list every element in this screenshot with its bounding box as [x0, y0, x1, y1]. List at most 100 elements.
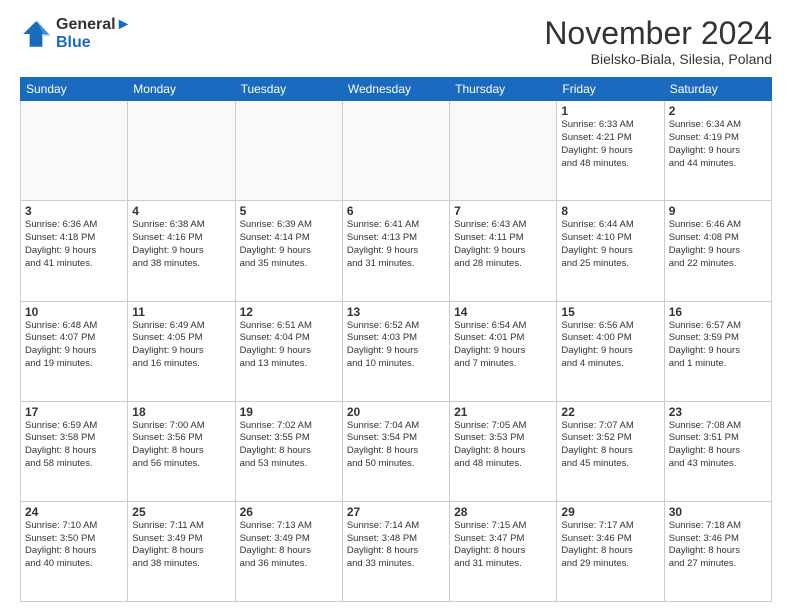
day-number: 28 — [454, 505, 552, 519]
day-info: Sunrise: 7:02 AMSunset: 3:55 PMDaylight:… — [240, 420, 338, 471]
day-info: Sunrise: 7:00 AMSunset: 3:56 PMDaylight:… — [132, 420, 230, 471]
day-info: Sunrise: 6:33 AMSunset: 4:21 PMDaylight:… — [561, 119, 659, 170]
day-number: 8 — [561, 204, 659, 218]
day-number: 1 — [561, 104, 659, 118]
calendar-cell: 11Sunrise: 6:49 AMSunset: 4:05 PMDayligh… — [128, 301, 235, 401]
calendar-header-monday: Monday — [128, 78, 235, 101]
day-number: 12 — [240, 305, 338, 319]
calendar-cell — [235, 101, 342, 201]
calendar-week-4: 17Sunrise: 6:59 AMSunset: 3:58 PMDayligh… — [21, 401, 772, 501]
calendar-cell: 9Sunrise: 6:46 AMSunset: 4:08 PMDaylight… — [664, 201, 771, 301]
calendar-cell: 6Sunrise: 6:41 AMSunset: 4:13 PMDaylight… — [342, 201, 449, 301]
day-number: 20 — [347, 405, 445, 419]
day-number: 2 — [669, 104, 767, 118]
day-number: 27 — [347, 505, 445, 519]
calendar-cell: 17Sunrise: 6:59 AMSunset: 3:58 PMDayligh… — [21, 401, 128, 501]
day-info: Sunrise: 7:07 AMSunset: 3:52 PMDaylight:… — [561, 420, 659, 471]
day-number: 14 — [454, 305, 552, 319]
calendar-body: 1Sunrise: 6:33 AMSunset: 4:21 PMDaylight… — [21, 101, 772, 602]
title-block: November 2024 Bielsko-Biala, Silesia, Po… — [544, 16, 772, 67]
day-number: 6 — [347, 204, 445, 218]
calendar-cell: 16Sunrise: 6:57 AMSunset: 3:59 PMDayligh… — [664, 301, 771, 401]
day-info: Sunrise: 7:11 AMSunset: 3:49 PMDaylight:… — [132, 520, 230, 571]
calendar-header-wednesday: Wednesday — [342, 78, 449, 101]
calendar-cell: 27Sunrise: 7:14 AMSunset: 3:48 PMDayligh… — [342, 501, 449, 601]
day-number: 11 — [132, 305, 230, 319]
day-info: Sunrise: 7:10 AMSunset: 3:50 PMDaylight:… — [25, 520, 123, 571]
day-info: Sunrise: 7:18 AMSunset: 3:46 PMDaylight:… — [669, 520, 767, 571]
calendar-header-saturday: Saturday — [664, 78, 771, 101]
calendar-cell: 25Sunrise: 7:11 AMSunset: 3:49 PMDayligh… — [128, 501, 235, 601]
location: Bielsko-Biala, Silesia, Poland — [544, 51, 772, 67]
day-info: Sunrise: 6:34 AMSunset: 4:19 PMDaylight:… — [669, 119, 767, 170]
day-info: Sunrise: 7:08 AMSunset: 3:51 PMDaylight:… — [669, 420, 767, 471]
day-info: Sunrise: 7:05 AMSunset: 3:53 PMDaylight:… — [454, 420, 552, 471]
day-number: 9 — [669, 204, 767, 218]
calendar-cell: 24Sunrise: 7:10 AMSunset: 3:50 PMDayligh… — [21, 501, 128, 601]
calendar-cell: 8Sunrise: 6:44 AMSunset: 4:10 PMDaylight… — [557, 201, 664, 301]
day-info: Sunrise: 6:43 AMSunset: 4:11 PMDaylight:… — [454, 219, 552, 270]
day-info: Sunrise: 6:51 AMSunset: 4:04 PMDaylight:… — [240, 320, 338, 371]
day-number: 4 — [132, 204, 230, 218]
calendar-cell: 28Sunrise: 7:15 AMSunset: 3:47 PMDayligh… — [450, 501, 557, 601]
day-info: Sunrise: 6:44 AMSunset: 4:10 PMDaylight:… — [561, 219, 659, 270]
day-number: 3 — [25, 204, 123, 218]
calendar-cell: 13Sunrise: 6:52 AMSunset: 4:03 PMDayligh… — [342, 301, 449, 401]
calendar-header-friday: Friday — [557, 78, 664, 101]
calendar-cell: 5Sunrise: 6:39 AMSunset: 4:14 PMDaylight… — [235, 201, 342, 301]
calendar-cell: 15Sunrise: 6:56 AMSunset: 4:00 PMDayligh… — [557, 301, 664, 401]
calendar-cell: 23Sunrise: 7:08 AMSunset: 3:51 PMDayligh… — [664, 401, 771, 501]
day-info: Sunrise: 6:54 AMSunset: 4:01 PMDaylight:… — [454, 320, 552, 371]
calendar-cell: 2Sunrise: 6:34 AMSunset: 4:19 PMDaylight… — [664, 101, 771, 201]
day-number: 26 — [240, 505, 338, 519]
logo: General► Blue — [20, 16, 131, 52]
calendar-cell: 19Sunrise: 7:02 AMSunset: 3:55 PMDayligh… — [235, 401, 342, 501]
calendar-header-row: SundayMondayTuesdayWednesdayThursdayFrid… — [21, 78, 772, 101]
calendar-cell: 12Sunrise: 6:51 AMSunset: 4:04 PMDayligh… — [235, 301, 342, 401]
day-number: 23 — [669, 405, 767, 419]
day-info: Sunrise: 6:38 AMSunset: 4:16 PMDaylight:… — [132, 219, 230, 270]
day-number: 30 — [669, 505, 767, 519]
day-number: 18 — [132, 405, 230, 419]
calendar-table: SundayMondayTuesdayWednesdayThursdayFrid… — [20, 77, 772, 602]
day-info: Sunrise: 7:13 AMSunset: 3:49 PMDaylight:… — [240, 520, 338, 571]
calendar-header-sunday: Sunday — [21, 78, 128, 101]
day-number: 22 — [561, 405, 659, 419]
calendar-header-thursday: Thursday — [450, 78, 557, 101]
calendar-cell — [21, 101, 128, 201]
calendar-header-tuesday: Tuesday — [235, 78, 342, 101]
day-info: Sunrise: 6:36 AMSunset: 4:18 PMDaylight:… — [25, 219, 123, 270]
calendar-cell: 14Sunrise: 6:54 AMSunset: 4:01 PMDayligh… — [450, 301, 557, 401]
calendar-cell: 30Sunrise: 7:18 AMSunset: 3:46 PMDayligh… — [664, 501, 771, 601]
calendar-cell: 21Sunrise: 7:05 AMSunset: 3:53 PMDayligh… — [450, 401, 557, 501]
day-info: Sunrise: 6:49 AMSunset: 4:05 PMDaylight:… — [132, 320, 230, 371]
day-number: 10 — [25, 305, 123, 319]
day-number: 5 — [240, 204, 338, 218]
day-number: 24 — [25, 505, 123, 519]
calendar-cell: 26Sunrise: 7:13 AMSunset: 3:49 PMDayligh… — [235, 501, 342, 601]
page: General► Blue November 2024 Bielsko-Bial… — [0, 0, 792, 612]
calendar-week-2: 3Sunrise: 6:36 AMSunset: 4:18 PMDaylight… — [21, 201, 772, 301]
header: General► Blue November 2024 Bielsko-Bial… — [20, 16, 772, 67]
day-info: Sunrise: 6:46 AMSunset: 4:08 PMDaylight:… — [669, 219, 767, 270]
calendar-cell: 7Sunrise: 6:43 AMSunset: 4:11 PMDaylight… — [450, 201, 557, 301]
logo-text: General► Blue — [56, 16, 131, 52]
day-number: 21 — [454, 405, 552, 419]
day-info: Sunrise: 6:57 AMSunset: 3:59 PMDaylight:… — [669, 320, 767, 371]
calendar-cell: 20Sunrise: 7:04 AMSunset: 3:54 PMDayligh… — [342, 401, 449, 501]
day-number: 17 — [25, 405, 123, 419]
calendar-cell — [128, 101, 235, 201]
calendar-cell: 22Sunrise: 7:07 AMSunset: 3:52 PMDayligh… — [557, 401, 664, 501]
calendar-week-1: 1Sunrise: 6:33 AMSunset: 4:21 PMDaylight… — [21, 101, 772, 201]
calendar-cell — [450, 101, 557, 201]
day-number: 29 — [561, 505, 659, 519]
day-info: Sunrise: 6:59 AMSunset: 3:58 PMDaylight:… — [25, 420, 123, 471]
day-number: 13 — [347, 305, 445, 319]
day-info: Sunrise: 7:17 AMSunset: 3:46 PMDaylight:… — [561, 520, 659, 571]
day-info: Sunrise: 6:56 AMSunset: 4:00 PMDaylight:… — [561, 320, 659, 371]
day-number: 15 — [561, 305, 659, 319]
day-info: Sunrise: 6:39 AMSunset: 4:14 PMDaylight:… — [240, 219, 338, 270]
day-number: 16 — [669, 305, 767, 319]
month-title: November 2024 — [544, 16, 772, 51]
day-info: Sunrise: 6:48 AMSunset: 4:07 PMDaylight:… — [25, 320, 123, 371]
